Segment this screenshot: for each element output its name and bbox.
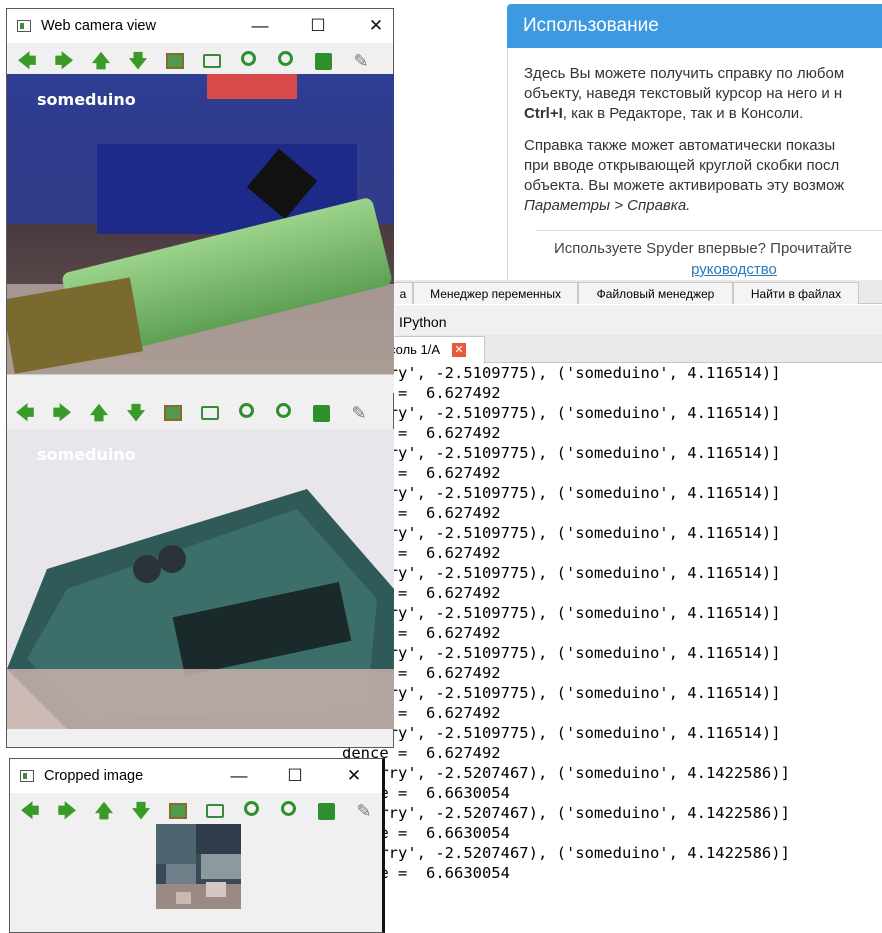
arrow-up-icon[interactable]: 🡅	[91, 51, 111, 71]
console-line: spberry', -2.5109775), ('someduino', 4.1…	[342, 684, 781, 702]
cropped-titlebar[interactable]: Cropped image — ☐ ✕	[10, 759, 382, 793]
webcam-window: Web camera view — ☐ ✕ 🡄 🡆 🡅 🡇 ✎ someduin…	[6, 8, 394, 748]
console-line: spberry', -2.5109775), ('someduino', 4.1…	[342, 484, 781, 502]
tab-find-in-files[interactable]: Найти в файлах	[733, 282, 859, 304]
brush-icon[interactable]: ✎	[351, 51, 371, 71]
zoom-in-icon[interactable]	[239, 403, 254, 418]
help-text-line: Параметры > Справка.	[524, 197, 691, 214]
webcam-toolbar-2: 🡄 🡆 🡅 🡇 ✎	[7, 395, 393, 431]
console-output[interactable]: spberry', -2.5109775), ('someduino', 4.1…	[342, 364, 882, 928]
arrow-down-icon[interactable]: 🡇	[126, 403, 146, 423]
console-line: spberry', -2.5109775), ('someduino', 4.1…	[342, 364, 781, 382]
tab-file-explorer[interactable]: Файловый менеджер	[578, 282, 733, 304]
arrow-down-icon[interactable]: 🡇	[128, 51, 148, 71]
image-icon[interactable]	[166, 53, 184, 69]
console-tab-label: соль 1/A	[389, 342, 441, 357]
arrow-down-icon[interactable]: 🡇	[131, 801, 151, 821]
zoom-out-icon[interactable]	[281, 801, 296, 816]
help-text-line: Ctrl+I, как в Редакторе, так и в Консоли…	[524, 104, 882, 124]
cropped-image	[156, 824, 241, 909]
maximize-button[interactable]: ☐	[280, 765, 310, 787]
minimize-button[interactable]: —	[224, 765, 254, 787]
console-line: spberry', -2.5207467), ('someduino', 4.1…	[342, 764, 790, 782]
zoom-in-icon[interactable]	[244, 801, 259, 816]
arrow-up-icon[interactable]: 🡅	[89, 403, 109, 423]
save-icon[interactable]	[318, 803, 335, 820]
console-line: spberry', -2.5109775), ('someduino', 4.1…	[342, 444, 781, 462]
webcam-image-bottom: someduino	[7, 429, 394, 729]
console-line: spberry', -2.5109775), ('someduino', 4.1…	[342, 524, 781, 542]
image-icon[interactable]	[169, 803, 187, 819]
webcam-titlebar[interactable]: Web camera view — ☐ ✕	[7, 9, 393, 43]
help-text-line: объекта. Вы можете активировать эту возм…	[524, 177, 845, 194]
cropped-window: Cropped image — ☐ ✕ 🡄 🡆 🡅 🡇 ✎	[9, 758, 385, 933]
console-line: spberry', -2.5109775), ('someduino', 4.1…	[342, 404, 781, 422]
window-app-icon	[17, 20, 31, 32]
zoom-in-icon[interactable]	[241, 51, 256, 66]
image-icon[interactable]	[164, 405, 182, 421]
arrow-up-icon[interactable]: 🡅	[94, 801, 114, 821]
close-icon[interactable]: ✕	[452, 343, 466, 357]
detection-label: someduino	[37, 90, 136, 109]
console-line: spberry', -2.5207467), ('someduino', 4.1…	[342, 804, 790, 822]
arrow-right-icon[interactable]: 🡆	[57, 801, 77, 821]
help-text-line: объекту, наведя текстовый курсор на него…	[524, 85, 843, 102]
help-question: Используете Spyder впервые? Прочитайте	[554, 240, 852, 257]
help-separator	[536, 230, 882, 231]
detection-label: someduino	[37, 445, 136, 464]
help-text-line: Справка также может автоматически показы	[524, 137, 836, 154]
tab-help[interactable]: а	[393, 282, 413, 304]
fit-icon[interactable]	[201, 406, 219, 420]
zoom-out-icon[interactable]	[276, 403, 291, 418]
maximize-button[interactable]: ☐	[303, 15, 333, 37]
console-line: spberry', -2.5109775), ('someduino', 4.1…	[342, 604, 781, 622]
arrow-right-icon[interactable]: 🡆	[54, 51, 74, 71]
console-line: spberry', -2.5207467), ('someduino', 4.1…	[342, 844, 790, 862]
help-text-line: при вводе открывающей круглой скобки пос…	[524, 157, 840, 174]
tab-variable-explorer[interactable]: Менеджер переменных	[413, 282, 578, 304]
fit-icon[interactable]	[203, 54, 221, 68]
console-line: spberry', -2.5109775), ('someduino', 4.1…	[342, 644, 781, 662]
close-button[interactable]: ✕	[339, 765, 369, 787]
minimize-button[interactable]: —	[245, 15, 275, 37]
ipython-console-header: IPython	[395, 305, 882, 335]
arrow-left-icon[interactable]: 🡄	[15, 403, 35, 423]
tutorial-link[interactable]: руководство	[524, 261, 882, 278]
arrow-right-icon[interactable]: 🡆	[52, 403, 72, 423]
ipython-label: IPython	[399, 314, 447, 330]
window-title: Web camera view	[41, 18, 156, 34]
console-line: spberry', -2.5109775), ('someduino', 4.1…	[342, 564, 781, 582]
console-tab[interactable]: соль 1/A ✕	[380, 336, 485, 364]
status-strip	[7, 374, 394, 393]
window-title: Cropped image	[44, 768, 144, 784]
webcam-image-top: someduino	[7, 74, 394, 374]
help-title: Использование	[507, 4, 882, 48]
pane-tabs: а Менеджер переменных Файловый менеджер …	[393, 280, 882, 304]
brush-icon[interactable]: ✎	[349, 403, 369, 423]
console-line: spberry', -2.5109775), ('someduino', 4.1…	[342, 724, 781, 742]
save-icon[interactable]	[315, 53, 332, 70]
brush-icon[interactable]: ✎	[354, 801, 374, 821]
close-button[interactable]: ✕	[361, 15, 391, 37]
zoom-out-icon[interactable]	[278, 51, 293, 66]
fit-icon[interactable]	[206, 804, 224, 818]
help-text-line: Здесь Вы можете получить справку по любо…	[524, 65, 845, 82]
shortcut-text: Ctrl+I	[524, 105, 563, 122]
arrow-left-icon[interactable]: 🡄	[17, 51, 37, 71]
help-text-rest: , как в Редакторе, так и в Консоли.	[562, 105, 804, 122]
window-app-icon	[20, 770, 34, 782]
arrow-left-icon[interactable]: 🡄	[20, 801, 40, 821]
save-icon[interactable]	[313, 405, 330, 422]
